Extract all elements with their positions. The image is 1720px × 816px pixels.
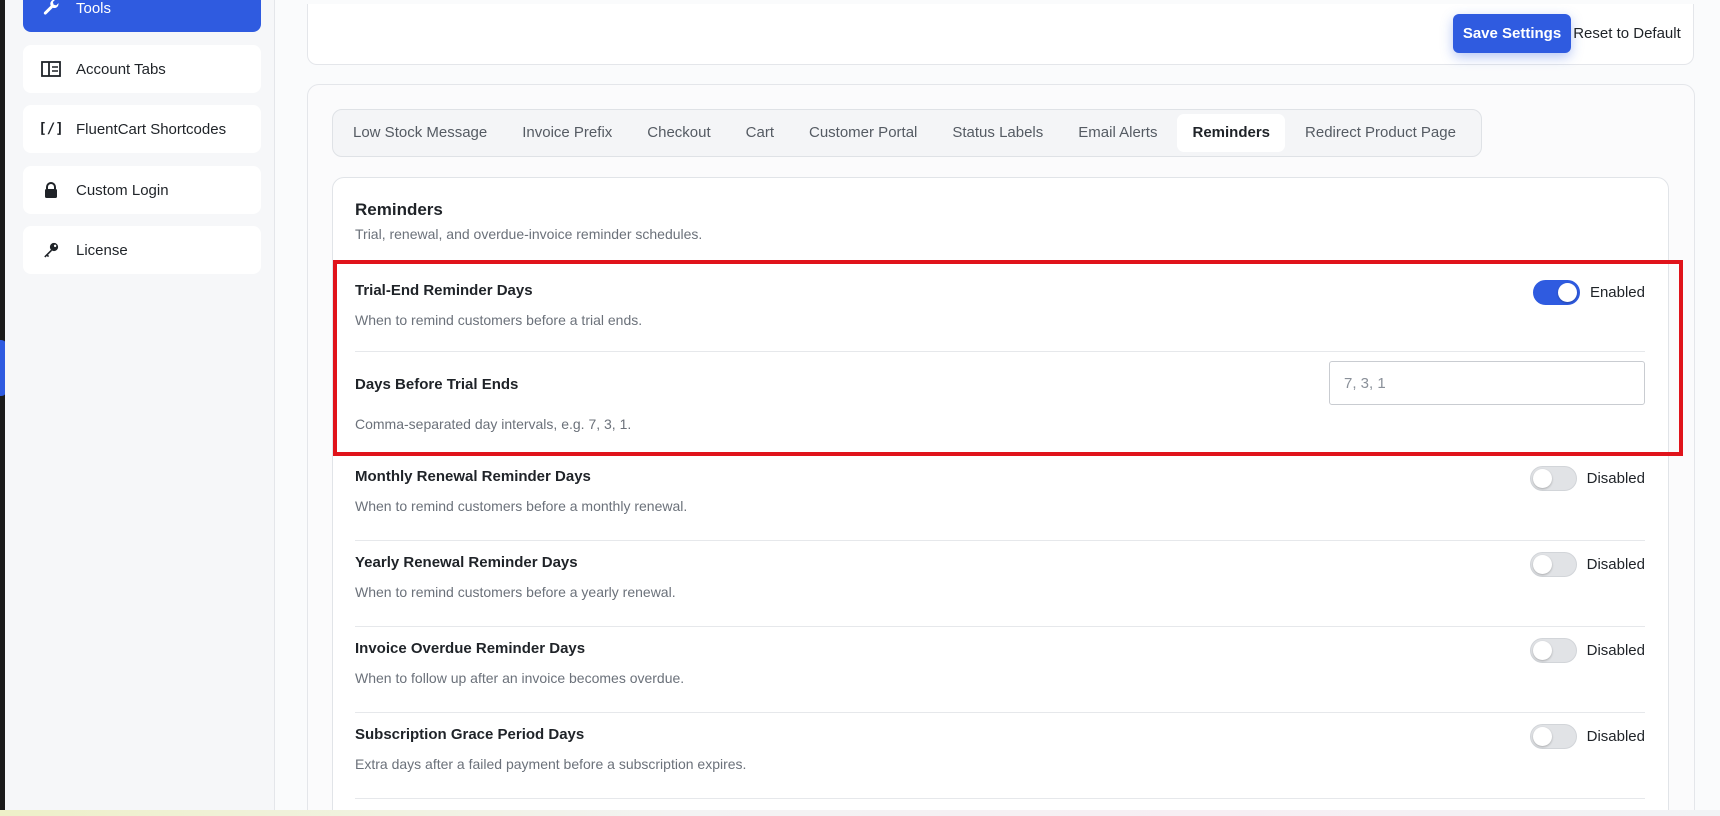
action-bar: Save Settings Reset to Default [307,4,1694,65]
setting-days-before: Days Before Trial Ends Comma-separated d… [355,361,1645,438]
tab-redirect-product-page[interactable]: Redirect Product Page [1290,114,1471,152]
settings-panel: Low Stock Message Invoice Prefix Checkou… [307,84,1695,816]
setting-yearly: Yearly Renewal Reminder Days When to rem… [355,548,1645,608]
setting-label: Monthly Renewal Reminder Days [355,468,591,485]
divider [355,626,1645,627]
wrench-icon [40,0,62,18]
tab-reminders[interactable]: Reminders [1177,114,1286,152]
toggle-knob [1532,555,1552,574]
setting-description: Comma-separated day intervals, e.g. 7, 3… [355,416,632,432]
toggle-knob [1557,283,1577,302]
toggle-group: Disabled [1529,724,1645,749]
setting-grace: Subscription Grace Period Days Extra day… [355,720,1645,780]
setting-label: Yearly Renewal Reminder Days [355,554,578,571]
sidebar-item-custom-login[interactable]: Custom Login [23,166,261,214]
toggle-group: Disabled [1529,638,1645,663]
tab-checkout[interactable]: Checkout [632,114,725,152]
toggle-state: Disabled [1586,556,1645,573]
toggle-knob [1532,469,1552,488]
overdue-toggle[interactable] [1529,638,1577,663]
setting-label: Invoice Overdue Reminder Days [355,640,586,657]
toggle-state: Enabled [1589,284,1645,301]
main-content: Save Settings Reset to Default Low Stock… [275,0,1720,816]
brackets-icon: [/] [38,121,64,137]
setting-description: Extra days after a failed payment before… [355,756,747,772]
toggle-state: Disabled [1586,470,1645,487]
setting-description: When to remind customers before a trial … [355,312,643,328]
sidebar-item-label: Account Tabs [76,60,166,78]
setting-overdue: Invoice Overdue Reminder Days When to fo… [355,634,1645,694]
toggle-knob [1532,727,1552,746]
sidebar-item-label: FluentCart Shortcodes [76,120,227,138]
toggle-state: Disabled [1586,642,1645,659]
setting-description: When to follow up after an invoice becom… [355,670,685,686]
sidebar-item-label: Custom Login [76,181,169,199]
sidebar: Tools Account Tabs [/] FluentCart Shortc… [5,0,275,810]
toggle-knob [1532,641,1552,660]
setting-description: When to remind customers before a yearly… [355,584,676,600]
save-settings-button[interactable]: Save Settings [1453,14,1571,53]
section-subtitle: Trial, renewal, and overdue-invoice remi… [355,226,703,242]
reset-to-default-button[interactable]: Reset to Default [1571,14,1683,53]
tab-email-alerts[interactable]: Email Alerts [1063,114,1172,152]
lock-icon [40,180,62,200]
reminders-card: Reminders Trial, renewal, and overdue-in… [332,177,1669,816]
sidebar-item-shortcodes[interactable]: [/] FluentCart Shortcodes [23,105,261,153]
divider [355,540,1645,541]
trial-end-toggle[interactable] [1532,280,1580,305]
setting-label: Subscription Grace Period Days [355,726,585,743]
setting-trial-end: Trial-End Reminder Days When to remind c… [355,276,1645,336]
sidebar-item-tools[interactable]: Tools [23,0,261,32]
divider [355,798,1645,799]
tab-status-labels[interactable]: Status Labels [937,114,1058,152]
days-before-input[interactable] [1329,361,1645,405]
monthly-toggle[interactable] [1529,466,1577,491]
tab-low-stock-message[interactable]: Low Stock Message [338,114,502,152]
toggle-state: Disabled [1586,728,1645,745]
divider [355,351,1645,352]
sidebar-item-label: License [76,241,128,259]
section-title: Reminders [355,200,443,219]
layout-icon [40,59,62,79]
setting-label: Trial-End Reminder Days [355,282,533,299]
sidebar-item-label: Tools [76,0,112,17]
settings-tabs: Low Stock Message Invoice Prefix Checkou… [332,109,1482,157]
key-icon [40,240,62,260]
bottom-strip [0,810,1720,816]
toggle-group: Disabled [1529,466,1645,491]
tab-customer-portal[interactable]: Customer Portal [794,114,932,152]
toggle-group: Disabled [1529,552,1645,577]
setting-label: Days Before Trial Ends [355,376,519,393]
setting-description: When to remind customers before a monthl… [355,498,688,514]
sidebar-item-account-tabs[interactable]: Account Tabs [23,45,261,93]
grace-toggle[interactable] [1529,724,1577,749]
sidebar-item-license[interactable]: License [23,226,261,274]
divider [355,712,1645,713]
yearly-toggle[interactable] [1529,552,1577,577]
setting-monthly: Monthly Renewal Reminder Days When to re… [355,462,1645,522]
tab-invoice-prefix[interactable]: Invoice Prefix [507,114,627,152]
tab-cart[interactable]: Cart [731,114,789,152]
toggle-group: Enabled [1532,280,1645,305]
